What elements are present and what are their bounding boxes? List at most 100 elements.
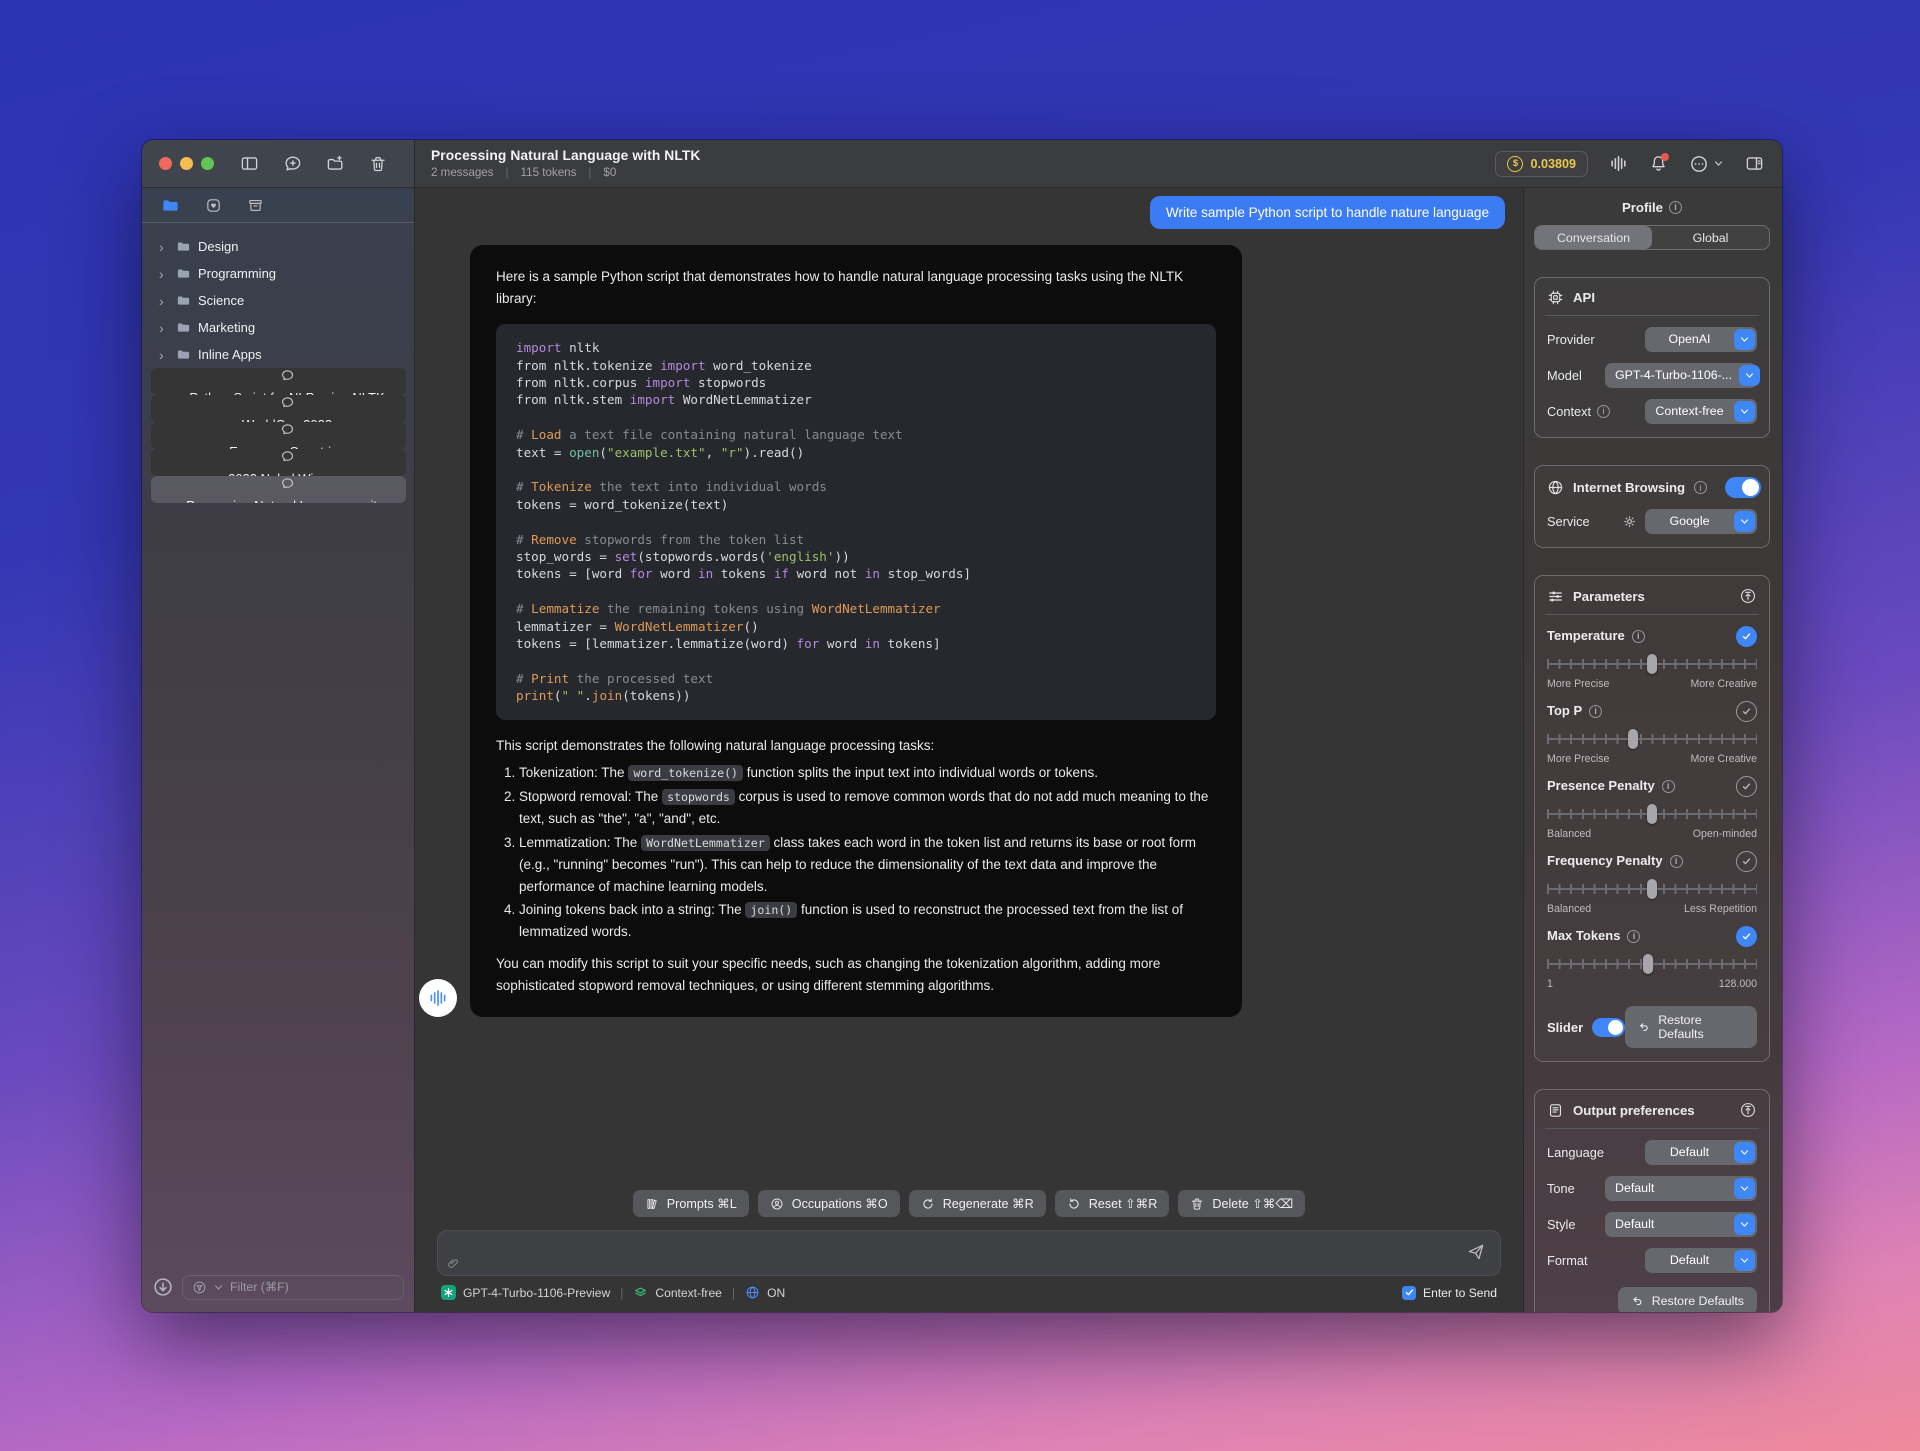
- folder-icon: [176, 347, 191, 362]
- info-icon[interactable]: [1589, 705, 1603, 718]
- slider-thumb[interactable]: [1628, 729, 1639, 749]
- tab-conversation[interactable]: Conversation: [1535, 226, 1652, 249]
- row-label: Provider: [1547, 331, 1595, 347]
- format-dropdown[interactable]: Default: [1645, 1247, 1757, 1273]
- sidebar-folder-inline-apps[interactable]: Inline Apps: [151, 341, 406, 368]
- param-frequency-penalty: Frequency Penalty Balanced Less Repetition: [1547, 851, 1757, 915]
- undo-icon: [1631, 1295, 1644, 1308]
- sidebar-folder-science[interactable]: Science: [151, 287, 406, 314]
- chat-meta: 2 messages 115 tokens $0: [431, 166, 1495, 179]
- info-icon[interactable]: [1597, 404, 1611, 418]
- list-item: Lemmatization: The WordNetLemmatizer cla…: [519, 832, 1216, 898]
- attachment-paperclip-icon[interactable]: [447, 1257, 460, 1270]
- sidebar-folder-design[interactable]: Design: [151, 233, 406, 260]
- model-indicator[interactable]: GPT-4-Turbo-1106-Preview: [441, 1285, 610, 1300]
- new-folder-icon[interactable]: [326, 154, 345, 173]
- model-name: GPT-4-Turbo-1106-Preview: [463, 1285, 611, 1300]
- toggle-right-panel-icon[interactable]: [1745, 154, 1764, 173]
- toggle-sidebar-icon[interactable]: [240, 154, 259, 173]
- more-options-button[interactable]: [1689, 154, 1724, 174]
- assistant-message[interactable]: Here is a sample Python script that demo…: [470, 245, 1242, 1018]
- model-dropdown[interactable]: GPT-4-Turbo-1106-...: [1605, 362, 1761, 388]
- assistant-avatar: [419, 979, 457, 1018]
- temperature-slider[interactable]: [1547, 654, 1757, 674]
- frequency-penalty-enabled-check-icon[interactable]: [1736, 851, 1757, 872]
- context-mode: Context-free: [655, 1285, 722, 1300]
- context-indicator[interactable]: Context-free: [633, 1285, 722, 1300]
- filter-input[interactable]: Filter (⌘F): [182, 1274, 404, 1300]
- prompts-button[interactable]: Prompts ⌘L: [632, 1190, 749, 1217]
- info-icon[interactable]: [1694, 481, 1708, 494]
- close-window-button[interactable]: [159, 157, 172, 170]
- slider-thumb[interactable]: [1647, 804, 1657, 824]
- sidebar-folder-marketing[interactable]: Marketing: [151, 314, 406, 341]
- voice-waveform-icon[interactable]: [1609, 154, 1628, 173]
- slider-thumb[interactable]: [1647, 654, 1657, 674]
- archive-tab-icon[interactable]: [247, 197, 264, 214]
- chip-icon: [1547, 289, 1564, 306]
- restore-defaults-button[interactable]: Restore Defaults: [1617, 1287, 1757, 1312]
- browsing-indicator[interactable]: ON: [745, 1285, 785, 1300]
- notifications-bell-icon[interactable]: [1649, 153, 1669, 173]
- context-dropdown[interactable]: Context-free: [1645, 398, 1757, 424]
- slider-thumb[interactable]: [1642, 954, 1653, 974]
- provider-dropdown[interactable]: OpenAI: [1645, 326, 1757, 352]
- sidebar-chat-european-countries[interactable]: European Countries: [151, 422, 406, 449]
- sidebar-folder-programming[interactable]: Programming: [151, 260, 406, 287]
- presence-penalty-enabled-check-icon[interactable]: [1736, 776, 1757, 797]
- dropdown-value: Default: [1615, 1181, 1655, 1195]
- share-up-icon[interactable]: [1739, 587, 1757, 605]
- info-icon[interactable]: [1669, 855, 1683, 868]
- folders-tab-icon[interactable]: [161, 196, 180, 215]
- favorites-tab-icon[interactable]: [205, 197, 222, 214]
- tone-dropdown[interactable]: Default: [1605, 1175, 1757, 1201]
- share-up-icon[interactable]: [1739, 1101, 1757, 1119]
- max-tokens-enabled-check-icon[interactable]: [1736, 926, 1757, 947]
- language-dropdown[interactable]: Default: [1645, 1139, 1757, 1165]
- send-icon[interactable]: [1466, 1242, 1486, 1262]
- slider-thumb[interactable]: [1647, 879, 1657, 899]
- zoom-window-button[interactable]: [201, 157, 214, 170]
- reset-button[interactable]: Reset ⇧⌘R: [1054, 1190, 1170, 1217]
- top-p-slider[interactable]: [1547, 729, 1757, 749]
- regen-button[interactable]: Regenerate ⌘R: [908, 1190, 1046, 1217]
- trash-button[interactable]: Delete ⇧⌘⌫: [1178, 1190, 1306, 1217]
- internet-browsing-toggle[interactable]: [1725, 477, 1762, 498]
- folder-label: Marketing: [198, 320, 256, 335]
- user-message[interactable]: Write sample Python script to handle nat…: [1149, 196, 1505, 229]
- code-block[interactable]: import nltk from nltk.tokenize import wo…: [496, 324, 1216, 720]
- person-button[interactable]: Occupations ⌘O: [757, 1190, 900, 1217]
- sidebar-chat-python-script-for-nlp-using-nltk[interactable]: Python Script for NLP using NLTK: [151, 368, 406, 395]
- reset-icon: [1067, 1197, 1081, 1211]
- gear-icon[interactable]: [1622, 514, 1637, 529]
- output-preferences-card: Output preferences Language Default Tone De…: [1534, 1089, 1770, 1312]
- delete-chat-icon[interactable]: [369, 155, 387, 173]
- message-input[interactable]: [437, 1230, 1501, 1276]
- temperature-enabled-check-icon[interactable]: [1736, 626, 1757, 647]
- info-icon[interactable]: [1631, 630, 1645, 643]
- scroll-down-icon[interactable]: [152, 1276, 174, 1298]
- enter-to-send-checkbox[interactable]: [1402, 1285, 1417, 1300]
- style-dropdown[interactable]: Default: [1605, 1211, 1757, 1237]
- slider-toggle[interactable]: [1592, 1017, 1626, 1037]
- top-p-enabled-check-icon[interactable]: [1736, 701, 1757, 722]
- presence-penalty-slider[interactable]: [1547, 804, 1757, 824]
- max-tokens-slider[interactable]: [1547, 954, 1757, 974]
- info-icon[interactable]: [1669, 200, 1683, 214]
- list-item: Joining tokens back into a string: The j…: [519, 899, 1216, 943]
- info-icon[interactable]: [1627, 930, 1641, 943]
- info-icon[interactable]: [1661, 780, 1675, 793]
- sidebar-chat-worldcup-2022[interactable]: WorldCup 2022: [151, 395, 406, 422]
- service-dropdown[interactable]: Google: [1645, 508, 1757, 534]
- prompts-icon: [645, 1197, 659, 1211]
- sidebar-chat-processing-natural-language-wit[interactable]: Processing Natural Language wit...: [151, 476, 406, 503]
- frequency-penalty-slider[interactable]: [1547, 879, 1757, 899]
- output-row-language: Language Default: [1547, 1139, 1757, 1165]
- sidebar-chat-2023-nobel-winners[interactable]: 2023 Nobel Winners: [151, 449, 406, 476]
- new-chat-icon[interactable]: [283, 154, 302, 173]
- tab-global[interactable]: Global: [1652, 226, 1769, 249]
- cost-badge[interactable]: 0.03809: [1495, 150, 1588, 177]
- minimize-window-button[interactable]: [180, 157, 193, 170]
- composer-status-bar: GPT-4-Turbo-1106-Preview Context-free ON…: [441, 1285, 1497, 1300]
- restore-defaults-button[interactable]: Restore Defaults: [1625, 1006, 1757, 1048]
